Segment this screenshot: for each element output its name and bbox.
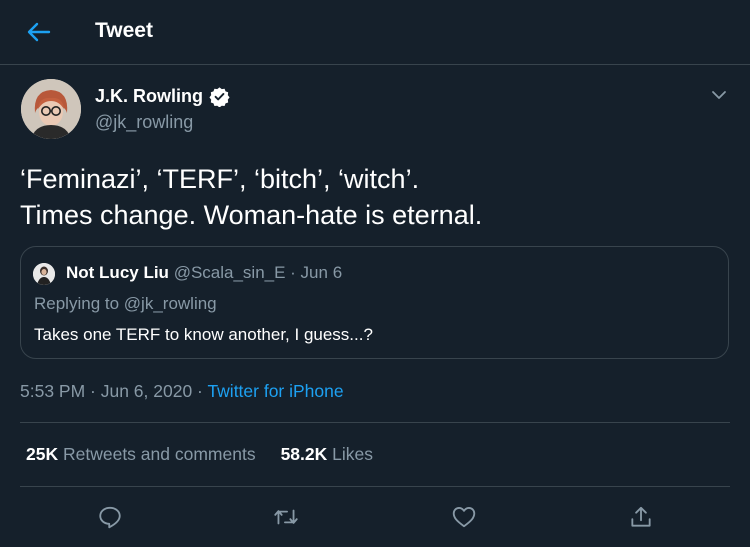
reply-button[interactable] <box>96 503 124 531</box>
divider <box>20 486 730 487</box>
author-handle[interactable]: @jk_rowling <box>95 112 193 133</box>
share-icon <box>631 506 651 527</box>
divider <box>20 422 730 423</box>
verified-badge-icon <box>209 87 230 107</box>
retweets-label: Retweets and comments <box>62 444 256 464</box>
arrow-left-icon <box>27 22 51 42</box>
author-name[interactable]: J.K. Rowling <box>95 86 230 107</box>
replying-to: Replying to @jk_rowling <box>34 294 217 314</box>
author-name-text: J.K. Rowling <box>95 86 203 106</box>
back-button[interactable] <box>22 17 56 47</box>
likes-count: 58.2K <box>280 444 328 464</box>
chevron-down-icon <box>712 91 726 99</box>
like-button[interactable] <box>450 503 478 531</box>
page-title: Tweet <box>95 19 153 42</box>
source-link[interactable]: Twitter for iPhone <box>207 381 343 401</box>
likes-label: Likes <box>332 444 374 464</box>
share-button[interactable] <box>627 503 655 531</box>
quoted-tweet[interactable]: Not Lucy Liu @Scala_sin_E · Jun 6 Replyi… <box>20 246 729 359</box>
tweet-stats: 25K Retweets and comments 58.2K Likes <box>26 444 373 465</box>
quoted-author-name[interactable]: Not Lucy Liu <box>66 263 169 282</box>
tweet-text-line: Times change. Woman-hate is eternal. <box>20 200 483 230</box>
avatar-image <box>21 79 81 139</box>
retweets-count: 25K <box>26 444 59 464</box>
replying-prefix: Replying to <box>34 294 120 313</box>
tweet-text-line: ‘Feminazi’, ‘TERF’, ‘bitch’, ‘witch’. <box>20 164 420 194</box>
quoted-avatar <box>33 263 55 285</box>
replying-handle[interactable]: @jk_rowling <box>124 294 217 313</box>
tweet-meta: 5:53 PM · Jun 6, 2020 · Twitter for iPho… <box>20 381 344 402</box>
reply-icon <box>99 506 121 529</box>
retweet-icon <box>274 509 298 525</box>
retweet-button[interactable] <box>272 503 300 531</box>
quoted-handle-date: @Scala_sin_E · Jun 6 <box>173 263 343 282</box>
quoted-avatar-image <box>33 263 55 285</box>
quoted-header: Not Lucy Liu @Scala_sin_E · Jun 6 <box>66 263 342 283</box>
avatar[interactable] <box>21 79 81 139</box>
tweet-text: ‘Feminazi’, ‘TERF’, ‘bitch’, ‘witch’. Ti… <box>20 161 720 233</box>
timestamp[interactable]: 5:53 PM · Jun 6, 2020 · <box>20 381 203 401</box>
quoted-text: Takes one TERF to know another, I guess.… <box>34 325 373 344</box>
likes-stat[interactable]: 58.2K Likes <box>281 444 373 465</box>
like-icon <box>452 506 476 528</box>
top-bar: Tweet <box>0 0 750 65</box>
more-options-button[interactable] <box>708 84 730 106</box>
retweets-stat[interactable]: 25K Retweets and comments <box>26 444 256 465</box>
